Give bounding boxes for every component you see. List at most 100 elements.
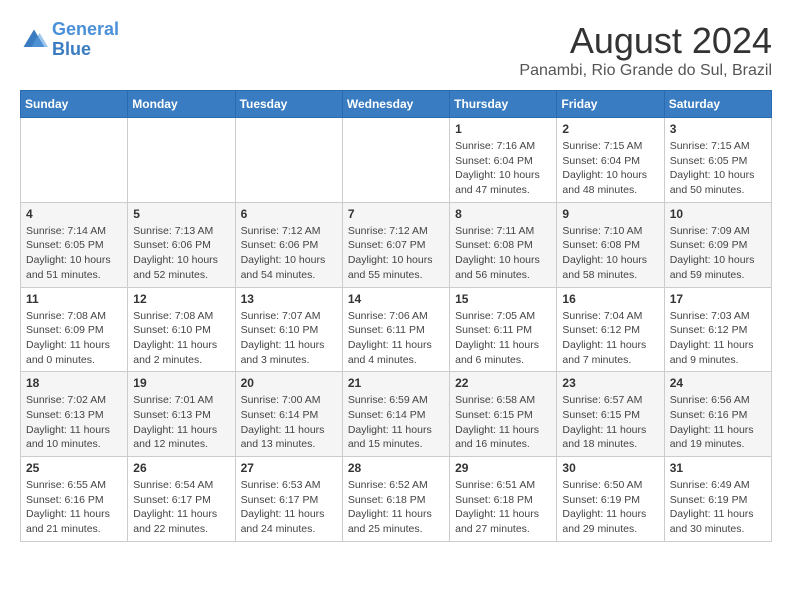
day-info: Sunrise: 7:00 AMSunset: 6:14 PMDaylight:… xyxy=(241,393,337,452)
calendar-cell: 26 Sunrise: 6:54 AMSunset: 6:17 PMDayligh… xyxy=(128,457,235,542)
calendar-cell: 14Sunrise: 7:06 AMSunset: 6:11 PMDayligh… xyxy=(342,287,449,372)
logo: General Blue xyxy=(20,20,119,60)
day-info: Sunrise: 7:08 AMSunset: 6:09 PMDaylight:… xyxy=(26,309,122,368)
calendar-cell: 15 Sunrise: 7:05 AMSunset: 6:11 PMDayligh… xyxy=(450,287,557,372)
day-number: 18 xyxy=(26,376,122,390)
day-info: Sunrise: 7:12 AMSunset: 6:06 PMDaylight:… xyxy=(241,224,337,283)
calendar-cell: 8 Sunrise: 7:11 AMSunset: 6:08 PMDaylight… xyxy=(450,202,557,287)
day-info: Sunrise: 7:14 AMSunset: 6:05 PMDaylight:… xyxy=(26,224,122,283)
calendar-cell: 25 Sunrise: 6:55 AMSunset: 6:16 PMDayligh… xyxy=(21,457,128,542)
day-number: 10 xyxy=(670,207,766,221)
day-info: Sunrise: 7:13 AMSunset: 6:06 PMDaylight:… xyxy=(133,224,229,283)
day-number: 16 xyxy=(562,292,658,306)
calendar-week-row: 1 Sunrise: 7:16 AMSunset: 6:04 PMDaylight… xyxy=(21,118,772,203)
day-info: Sunrise: 7:09 AMSunset: 6:09 PMDaylight:… xyxy=(670,224,766,283)
day-number: 2 xyxy=(562,122,658,136)
page-subtitle: Panambi, Rio Grande do Sul, Brazil xyxy=(519,62,772,80)
calendar-week-row: 25 Sunrise: 6:55 AMSunset: 6:16 PMDayligh… xyxy=(21,457,772,542)
day-number: 1 xyxy=(455,122,551,136)
day-info: Sunrise: 7:07 AMSunset: 6:10 PMDaylight:… xyxy=(241,309,337,368)
calendar-cell: 2 Sunrise: 7:15 AMSunset: 6:04 PMDaylight… xyxy=(557,118,664,203)
day-info: Sunrise: 7:02 AMSunset: 6:13 PMDaylight:… xyxy=(26,393,122,452)
day-number: 8 xyxy=(455,207,551,221)
day-info: Sunrise: 6:56 AMSunset: 6:16 PMDaylight:… xyxy=(670,393,766,452)
calendar-cell: 19Sunrise: 7:01 AMSunset: 6:13 PMDayligh… xyxy=(128,372,235,457)
day-info: Sunrise: 7:08 AMSunset: 6:10 PMDaylight:… xyxy=(133,309,229,368)
day-info: Sunrise: 7:01 AMSunset: 6:13 PMDaylight:… xyxy=(133,393,229,452)
day-number: 30 xyxy=(562,461,658,475)
calendar-week-row: 4 Sunrise: 7:14 AMSunset: 6:05 PMDaylight… xyxy=(21,202,772,287)
day-number: 14 xyxy=(348,292,444,306)
day-info: Sunrise: 6:51 AMSunset: 6:18 PMDaylight:… xyxy=(455,478,551,537)
page-header: General Blue August 2024 Panambi, Rio Gr… xyxy=(20,20,772,80)
day-number: 31 xyxy=(670,461,766,475)
calendar-header-row: SundayMondayTuesdayWednesdayThursdayFrid… xyxy=(21,91,772,118)
day-number: 6 xyxy=(241,207,337,221)
calendar-cell xyxy=(342,118,449,203)
logo-text: General Blue xyxy=(52,20,119,60)
calendar-week-row: 11 Sunrise: 7:08 AMSunset: 6:09 PMDayligh… xyxy=(21,287,772,372)
day-number: 25 xyxy=(26,461,122,475)
calendar-cell: 29 Sunrise: 6:51 AMSunset: 6:18 PMDayligh… xyxy=(450,457,557,542)
day-info: Sunrise: 7:11 AMSunset: 6:08 PMDaylight:… xyxy=(455,224,551,283)
page-title: August 2024 xyxy=(519,20,772,62)
day-info: Sunrise: 7:12 AMSunset: 6:07 PMDaylight:… xyxy=(348,224,444,283)
calendar-week-row: 18 Sunrise: 7:02 AMSunset: 6:13 PMDayligh… xyxy=(21,372,772,457)
day-number: 21 xyxy=(348,376,444,390)
col-header-friday: Friday xyxy=(557,91,664,118)
day-number: 13 xyxy=(241,292,337,306)
calendar-cell: 27Sunrise: 6:53 AMSunset: 6:17 PMDayligh… xyxy=(235,457,342,542)
day-number: 7 xyxy=(348,207,444,221)
calendar-cell: 22 Sunrise: 6:58 AMSunset: 6:15 PMDayligh… xyxy=(450,372,557,457)
day-info: Sunrise: 6:55 AMSunset: 6:16 PMDaylight:… xyxy=(26,478,122,537)
col-header-wednesday: Wednesday xyxy=(342,91,449,118)
day-number: 28 xyxy=(348,461,444,475)
calendar-cell: 28Sunrise: 6:52 AMSunset: 6:18 PMDayligh… xyxy=(342,457,449,542)
day-number: 20 xyxy=(241,376,337,390)
day-info: Sunrise: 7:04 AMSunset: 6:12 PMDaylight:… xyxy=(562,309,658,368)
title-block: August 2024 Panambi, Rio Grande do Sul, … xyxy=(519,20,772,80)
day-info: Sunrise: 6:49 AMSunset: 6:19 PMDaylight:… xyxy=(670,478,766,537)
calendar-cell: 5 Sunrise: 7:13 AMSunset: 6:06 PMDaylight… xyxy=(128,202,235,287)
calendar-cell: 23 Sunrise: 6:57 AMSunset: 6:15 PMDayligh… xyxy=(557,372,664,457)
calendar-cell: 10 Sunrise: 7:09 AMSunset: 6:09 PMDayligh… xyxy=(664,202,771,287)
day-number: 22 xyxy=(455,376,551,390)
day-info: Sunrise: 6:53 AMSunset: 6:17 PMDaylight:… xyxy=(241,478,337,537)
day-number: 9 xyxy=(562,207,658,221)
day-info: Sunrise: 6:59 AMSunset: 6:14 PMDaylight:… xyxy=(348,393,444,452)
calendar-cell: 3Sunrise: 7:15 AMSunset: 6:05 PMDaylight… xyxy=(664,118,771,203)
day-number: 11 xyxy=(26,292,122,306)
calendar-cell: 9 Sunrise: 7:10 AMSunset: 6:08 PMDaylight… xyxy=(557,202,664,287)
day-number: 15 xyxy=(455,292,551,306)
day-info: Sunrise: 7:15 AMSunset: 6:05 PMDaylight:… xyxy=(670,139,766,198)
day-info: Sunrise: 7:05 AMSunset: 6:11 PMDaylight:… xyxy=(455,309,551,368)
day-info: Sunrise: 6:58 AMSunset: 6:15 PMDaylight:… xyxy=(455,393,551,452)
day-number: 4 xyxy=(26,207,122,221)
col-header-monday: Monday xyxy=(128,91,235,118)
calendar-cell: 31 Sunrise: 6:49 AMSunset: 6:19 PMDayligh… xyxy=(664,457,771,542)
calendar-cell xyxy=(235,118,342,203)
day-info: Sunrise: 7:16 AMSunset: 6:04 PMDaylight:… xyxy=(455,139,551,198)
col-header-sunday: Sunday xyxy=(21,91,128,118)
calendar-cell: 12 Sunrise: 7:08 AMSunset: 6:10 PMDayligh… xyxy=(128,287,235,372)
calendar-cell: 7 Sunrise: 7:12 AMSunset: 6:07 PMDaylight… xyxy=(342,202,449,287)
day-number: 17 xyxy=(670,292,766,306)
calendar-cell: 17 Sunrise: 7:03 AMSunset: 6:12 PMDayligh… xyxy=(664,287,771,372)
day-info: Sunrise: 7:15 AMSunset: 6:04 PMDaylight:… xyxy=(562,139,658,198)
day-number: 26 xyxy=(133,461,229,475)
calendar-cell: 18 Sunrise: 7:02 AMSunset: 6:13 PMDayligh… xyxy=(21,372,128,457)
day-number: 12 xyxy=(133,292,229,306)
day-number: 5 xyxy=(133,207,229,221)
calendar-cell xyxy=(128,118,235,203)
day-info: Sunrise: 7:10 AMSunset: 6:08 PMDaylight:… xyxy=(562,224,658,283)
calendar-table: SundayMondayTuesdayWednesdayThursdayFrid… xyxy=(20,90,772,542)
day-number: 29 xyxy=(455,461,551,475)
day-info: Sunrise: 6:54 AMSunset: 6:17 PMDaylight:… xyxy=(133,478,229,537)
day-number: 23 xyxy=(562,376,658,390)
calendar-cell: 20 Sunrise: 7:00 AMSunset: 6:14 PMDayligh… xyxy=(235,372,342,457)
calendar-cell: 13 Sunrise: 7:07 AMSunset: 6:10 PMDayligh… xyxy=(235,287,342,372)
day-info: Sunrise: 6:57 AMSunset: 6:15 PMDaylight:… xyxy=(562,393,658,452)
day-number: 24 xyxy=(670,376,766,390)
day-info: Sunrise: 7:03 AMSunset: 6:12 PMDaylight:… xyxy=(670,309,766,368)
calendar-cell: 30Sunrise: 6:50 AMSunset: 6:19 PMDayligh… xyxy=(557,457,664,542)
